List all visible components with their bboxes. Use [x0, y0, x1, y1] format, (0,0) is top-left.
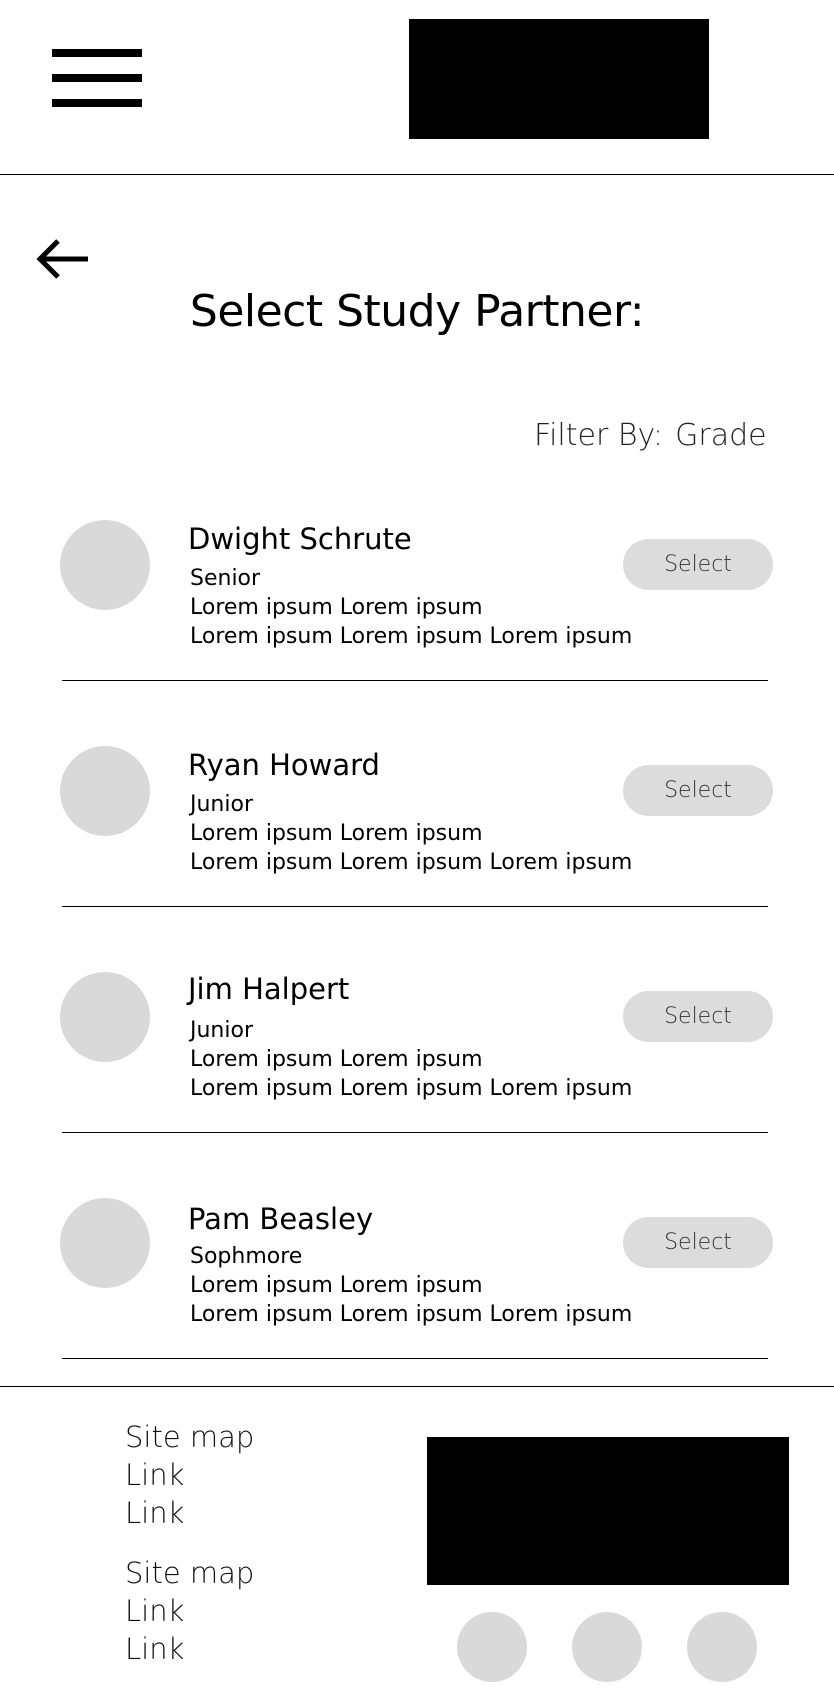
avatar [60, 972, 150, 1062]
partner-name: Pam Beasley [188, 1202, 374, 1236]
footer-divider [0, 1386, 834, 1387]
partner-description-line: Lorem ipsum Lorem ipsum Lorem ipsum [190, 1302, 633, 1327]
partner-description-line: Lorem ipsum Lorem ipsum [190, 595, 483, 620]
partner-description-line: Lorem ipsum Lorem ipsum Lorem ipsum [190, 850, 633, 875]
partner-description-line: Lorem ipsum Lorem ipsum Lorem ipsum [190, 1076, 633, 1101]
back-arrow-icon[interactable] [36, 238, 90, 280]
partner-description-line: Lorem ipsum Lorem ipsum [190, 821, 483, 846]
card-divider [62, 680, 768, 681]
avatar [60, 746, 150, 836]
social-icon[interactable] [457, 1612, 527, 1682]
select-button[interactable]: Select [623, 1217, 773, 1268]
social-icon[interactable] [687, 1612, 757, 1682]
partner-grade: Sophmore [190, 1244, 303, 1269]
card-divider [62, 1358, 768, 1359]
avatar [60, 1198, 150, 1288]
footer-sitemap-heading[interactable]: Site map [125, 1556, 254, 1590]
filter-label: Filter By: [534, 418, 664, 453]
partner-grade: Junior [190, 1018, 253, 1043]
card-divider [62, 906, 768, 907]
footer-image-placeholder [427, 1437, 789, 1585]
footer-link[interactable]: Link [125, 1458, 184, 1492]
social-icon[interactable] [572, 1612, 642, 1682]
footer-link[interactable]: Link [125, 1496, 184, 1530]
partner-description-line: Lorem ipsum Lorem ipsum [190, 1047, 483, 1072]
select-button[interactable]: Select [623, 765, 773, 816]
partner-grade: Junior [190, 792, 253, 817]
partner-description-line: Lorem ipsum Lorem ipsum Lorem ipsum [190, 624, 633, 649]
partner-name: Ryan Howard [188, 748, 380, 782]
footer-sitemap-heading[interactable]: Site map [125, 1420, 254, 1454]
footer-link[interactable]: Link [125, 1632, 184, 1666]
partner-grade: Senior [190, 566, 261, 591]
filter-value[interactable]: Grade [675, 418, 766, 453]
header-divider [0, 174, 834, 175]
partner-description-line: Lorem ipsum Lorem ipsum [190, 1273, 483, 1298]
page-title: Select Study Partner: [189, 286, 645, 337]
avatar [60, 520, 150, 610]
filter-control[interactable]: Filter By: Grade [534, 418, 767, 453]
hamburger-menu-icon[interactable] [52, 49, 142, 109]
partner-name: Jim Halpert [188, 972, 350, 1006]
card-divider [62, 1132, 768, 1133]
logo-placeholder[interactable] [409, 19, 709, 139]
select-button[interactable]: Select [623, 991, 773, 1042]
select-button[interactable]: Select [623, 539, 773, 590]
partner-name: Dwight Schrute [188, 522, 412, 556]
footer-link[interactable]: Link [125, 1594, 184, 1628]
